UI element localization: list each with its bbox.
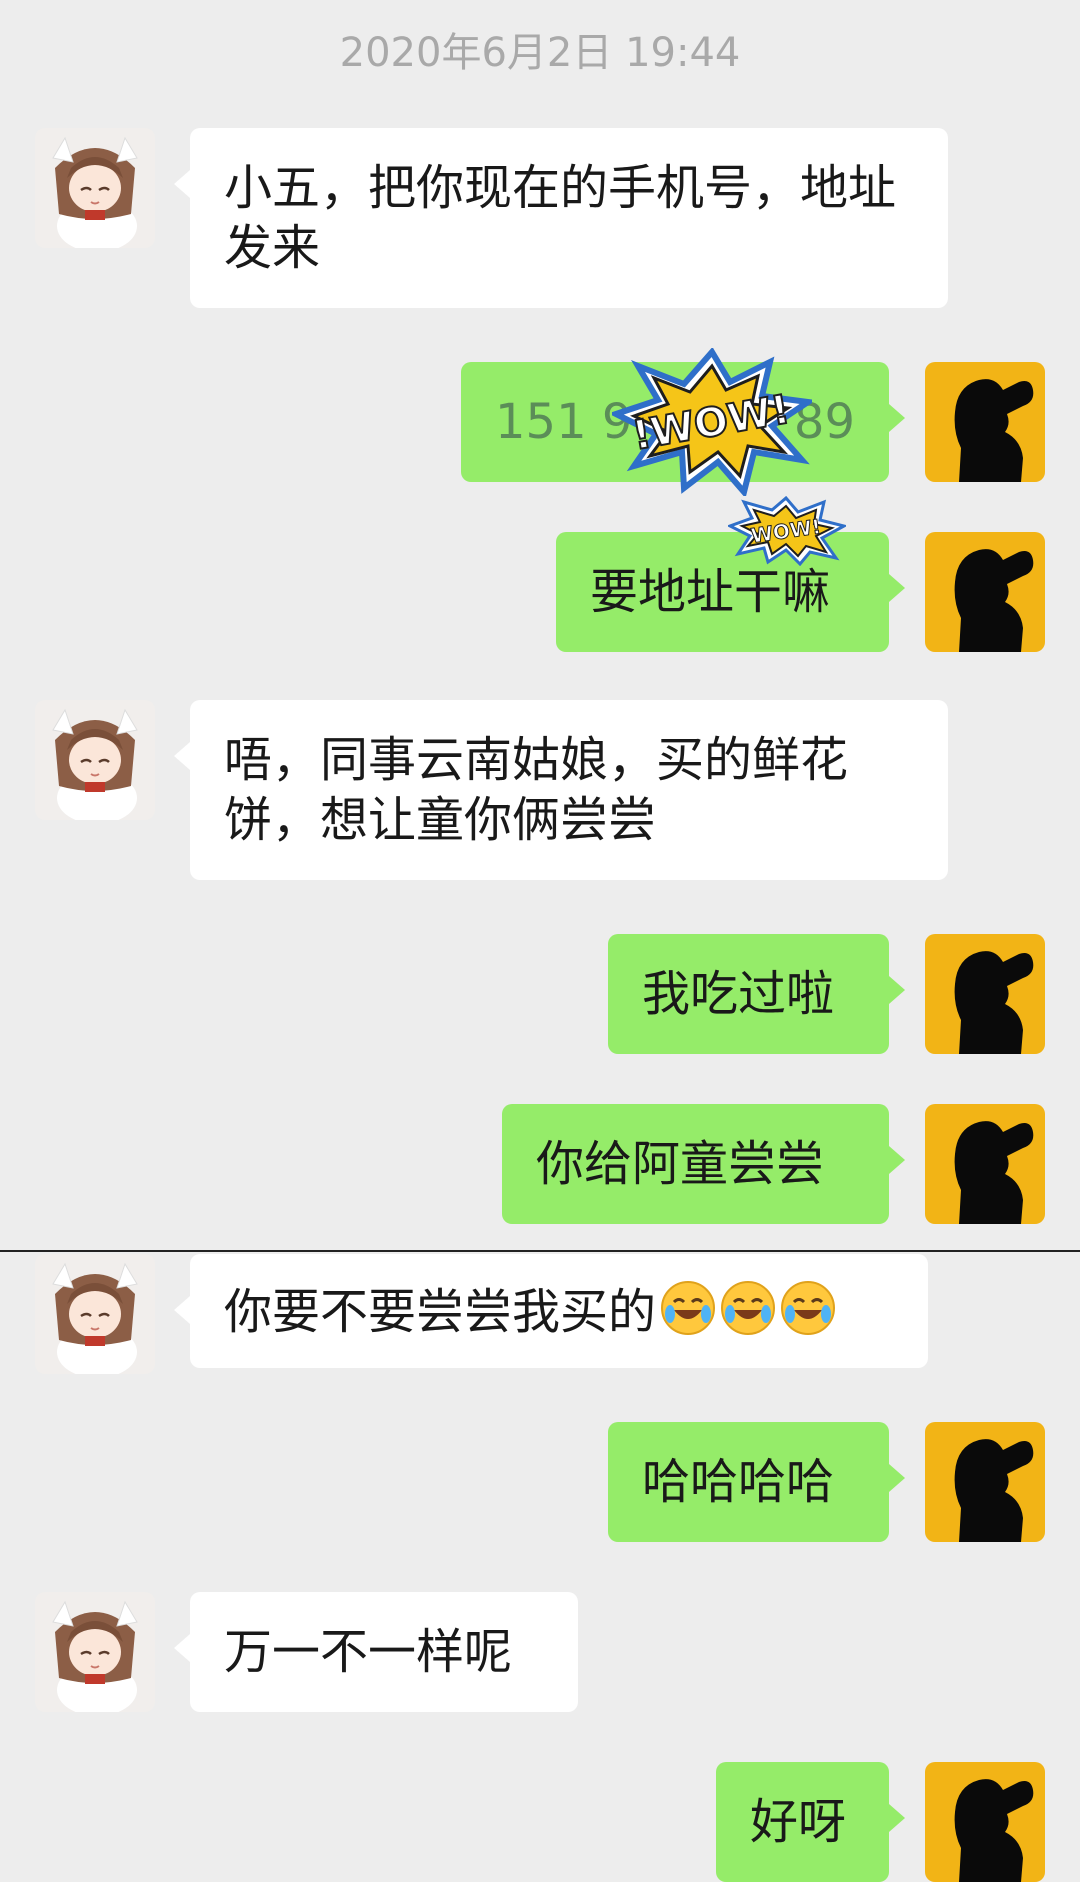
silhouette-avatar-image xyxy=(925,362,1045,482)
silhouette-avatar-image xyxy=(925,1762,1045,1882)
silhouette-avatar-image xyxy=(925,934,1045,1054)
wow-sticker-large: !WOW! xyxy=(612,348,812,496)
my-avatar[interactable] xyxy=(925,1762,1045,1882)
girl-avatar-image xyxy=(35,1254,155,1374)
silhouette-avatar-image xyxy=(925,532,1045,652)
silhouette-avatar-image xyxy=(925,1422,1045,1542)
chat-timestamp: 2020年6月2日 19:44 xyxy=(339,30,741,76)
my-avatar[interactable] xyxy=(925,1422,1045,1542)
message-bubble-incoming[interactable]: 你要不要尝尝我买的 xyxy=(174,1254,928,1368)
my-avatar[interactable] xyxy=(925,1104,1045,1224)
girl-avatar-image xyxy=(35,1592,155,1712)
message-text: 我吃过啦 xyxy=(642,966,835,1022)
my-avatar[interactable] xyxy=(925,362,1045,482)
message-text: 要地址干嘛 xyxy=(590,564,831,620)
message-bubble-incoming[interactable]: 万一不一样呢 xyxy=(174,1592,578,1712)
message-text: 小五，把你现在的手机号，地址发来 xyxy=(224,160,897,276)
contact-avatar[interactable] xyxy=(35,1592,155,1712)
silhouette-avatar-image xyxy=(925,1104,1045,1224)
message-text: 哈哈哈哈 xyxy=(642,1454,835,1510)
message-text: 你要不要尝尝我买的 xyxy=(224,1284,657,1340)
message-text: 好呀 xyxy=(750,1794,847,1850)
message-bubble-outgoing[interactable]: 好呀 xyxy=(716,1762,905,1882)
girl-avatar-image xyxy=(35,700,155,820)
message-text: 万一不一样呢 xyxy=(224,1624,513,1680)
face-with-tears-of-joy-icon xyxy=(780,1280,836,1336)
message-bubble-incoming[interactable]: 小五，把你现在的手机号，地址发来 xyxy=(174,128,948,308)
my-avatar[interactable] xyxy=(925,532,1045,652)
contact-avatar[interactable] xyxy=(35,700,155,820)
face-with-tears-of-joy-icon xyxy=(720,1280,776,1336)
my-avatar[interactable] xyxy=(925,934,1045,1054)
message-bubble-outgoing[interactable]: 哈哈哈哈 xyxy=(608,1422,905,1542)
screenshot-divider xyxy=(0,1250,1080,1252)
message-bubble-outgoing[interactable]: 你给阿童尝尝 xyxy=(502,1104,905,1224)
message-bubble-outgoing[interactable]: 我吃过啦 xyxy=(608,934,905,1054)
girl-avatar-image xyxy=(35,128,155,248)
contact-avatar[interactable] xyxy=(35,1254,155,1374)
wow-sticker-small: WOW! xyxy=(728,496,846,566)
face-with-tears-of-joy-icon xyxy=(660,1280,716,1336)
message-text: 你给阿童尝尝 xyxy=(536,1136,825,1192)
message-text: 唔，同事云南姑娘，买的鲜花饼，想让童你俩尝尝 xyxy=(224,732,849,848)
message-bubble-incoming[interactable]: 唔，同事云南姑娘，买的鲜花饼，想让童你俩尝尝 xyxy=(174,700,948,880)
contact-avatar[interactable] xyxy=(35,128,155,248)
